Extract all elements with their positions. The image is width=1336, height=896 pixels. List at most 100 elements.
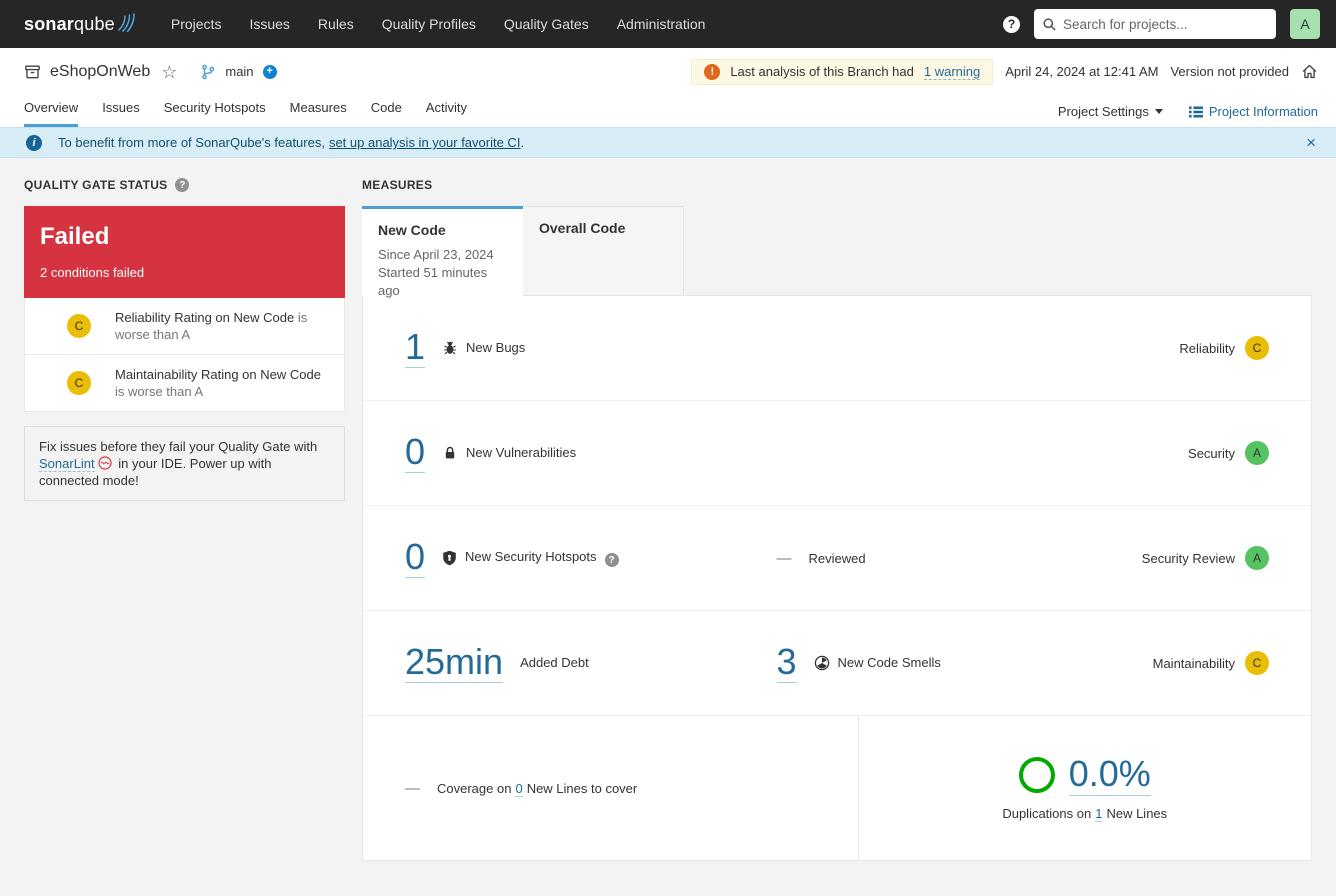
help-icon[interactable]: ? xyxy=(1003,16,1020,33)
duplication-ring-icon xyxy=(1019,757,1055,793)
logo-text: sonarqube xyxy=(24,14,115,35)
tabs: Overview Issues Security Hotspots Measur… xyxy=(24,100,1058,127)
measure-row-bugs: 1 New Bugs Reliability C xyxy=(363,296,1311,401)
sonarqube-logo[interactable]: sonarqube xyxy=(24,14,137,35)
nav-item-administration[interactable]: Administration xyxy=(617,16,706,32)
maintainability-label: Maintainability xyxy=(1153,656,1235,671)
new-code-tab-sub: Since April 23, 2024 Started 51 minutes … xyxy=(378,246,507,300)
condition-row-reliability[interactable]: C Reliability Rating on New Code is wors… xyxy=(24,298,345,355)
project-information-button[interactable]: Project Information xyxy=(1189,104,1318,119)
new-vulnerabilities-label: New Vulnerabilities xyxy=(466,445,576,460)
rating-badge-c: C xyxy=(67,314,91,338)
maintainability-rating-badge: C xyxy=(1245,651,1269,675)
tab-overview[interactable]: Overview xyxy=(24,100,78,127)
measures-title-text: MEASURES xyxy=(362,178,432,192)
reliability-rating-badge: C xyxy=(1245,336,1269,360)
bugs-group: 1 New Bugs xyxy=(405,328,777,369)
nav-item-quality-profiles[interactable]: Quality Profiles xyxy=(382,16,476,32)
tab-activity[interactable]: Activity xyxy=(426,100,467,127)
tabbar-right: Project Settings Project Information xyxy=(1058,104,1318,127)
new-code-started: Started 51 minutes ago xyxy=(378,264,507,300)
security-rating-badge: A xyxy=(1245,441,1269,465)
tab-code[interactable]: Code xyxy=(371,100,402,127)
chevron-down-icon xyxy=(1155,109,1163,114)
maintainability-group: Maintainability C xyxy=(1153,651,1269,675)
branch-name[interactable]: main xyxy=(225,64,253,79)
new-bugs-count[interactable]: 1 xyxy=(405,328,425,369)
warning-count-link[interactable]: 1 warning xyxy=(924,64,980,80)
security-review-label: Security Review xyxy=(1142,551,1235,566)
reviewed-label: Reviewed xyxy=(809,551,866,566)
branch-icon xyxy=(200,64,216,80)
quality-gate-status: Failed xyxy=(40,223,329,251)
quality-gate-title-text: QUALITY GATE STATUS xyxy=(24,178,167,192)
duplication-value-line: 0.0% xyxy=(1019,755,1151,796)
project-settings-menu[interactable]: Project Settings xyxy=(1058,104,1163,119)
security-group: Security A xyxy=(1188,441,1269,465)
condition-text: Maintainability Rating on New Code is wo… xyxy=(115,366,332,400)
quality-gate-help-icon[interactable]: ? xyxy=(175,178,189,192)
hotspots-label-text: New Security Hotspots xyxy=(465,549,597,564)
condition-row-maintainability[interactable]: C Maintainability Rating on New Code is … xyxy=(24,355,345,412)
tab-measures[interactable]: Measures xyxy=(290,100,347,127)
reviewed-group: — Reviewed xyxy=(777,550,1142,567)
coverage-lines-link[interactable]: 0 xyxy=(515,781,522,797)
add-branch-icon[interactable]: + xyxy=(263,65,277,79)
project-settings-label: Project Settings xyxy=(1058,104,1149,119)
coverage-cell: — Coverage on0New Lines to cover xyxy=(363,716,859,860)
duplications-pre: Duplications on xyxy=(1002,806,1091,821)
duplication-lines-link[interactable]: 1 xyxy=(1095,806,1102,822)
close-icon[interactable]: × xyxy=(1302,133,1320,153)
code-smells-group: 3 New Code Smells xyxy=(777,643,1153,684)
ci-setup-banner: i To benefit from more of SonarQube's fe… xyxy=(0,127,1336,158)
tab-security-hotspots[interactable]: Security Hotspots xyxy=(164,100,266,127)
project-title: eShopOnWeb xyxy=(50,63,150,81)
search-input[interactable] xyxy=(1063,17,1268,32)
warning-icon: ! xyxy=(704,64,720,80)
coverage-label: Coverage on0New Lines to cover xyxy=(437,781,637,796)
new-hotspots-count[interactable]: 0 xyxy=(405,538,425,579)
tab-issues[interactable]: Issues xyxy=(102,100,140,127)
new-code-smells-count[interactable]: 3 xyxy=(777,643,797,684)
tab-overall-code[interactable]: Overall Code xyxy=(523,206,684,296)
nav-item-issues[interactable]: Issues xyxy=(249,16,289,32)
nav-item-projects[interactable]: Projects xyxy=(171,16,222,32)
quality-gate-status-card: Failed 2 conditions failed xyxy=(24,206,345,298)
coverage-pre: Coverage on xyxy=(437,781,511,796)
ci-setup-link[interactable]: set up analysis in your favorite CI xyxy=(329,135,520,150)
sonarlint-promo: Fix issues before they fail your Quality… xyxy=(24,426,345,501)
search-box xyxy=(1034,9,1276,39)
new-vulnerabilities-count[interactable]: 0 xyxy=(405,433,425,474)
home-icon[interactable] xyxy=(1301,63,1318,80)
user-avatar[interactable]: A xyxy=(1290,9,1320,39)
analysis-date: April 24, 2024 at 12:41 AM xyxy=(1005,64,1158,79)
tab-new-code[interactable]: New Code Since April 23, 2024 Started 51… xyxy=(362,206,523,296)
project-identity: eShopOnWeb ☆ main + xyxy=(24,63,691,81)
measure-row-vulnerabilities: 0 New Vulnerabilities Security A xyxy=(363,401,1311,506)
duplication-percent[interactable]: 0.0% xyxy=(1069,755,1151,796)
condition-metric: Reliability Rating on New Code xyxy=(115,310,294,325)
debt-group: 25min Added Debt xyxy=(405,643,777,684)
nav-item-rules[interactable]: Rules xyxy=(318,16,354,32)
hotspots-help-icon[interactable]: ? xyxy=(605,553,619,567)
condition-metric: Maintainability Rating on New Code xyxy=(115,367,321,382)
added-debt-value[interactable]: 25min xyxy=(405,643,503,684)
reliability-label: Reliability xyxy=(1179,341,1235,356)
sonarlint-link[interactable]: SonarLint xyxy=(39,456,95,472)
sonar-waves-icon xyxy=(117,12,137,32)
duplication-caption: Duplications on1New Lines xyxy=(1002,806,1167,821)
list-icon xyxy=(1189,105,1203,119)
lock-icon xyxy=(442,445,458,461)
measures-title: MEASURES xyxy=(362,178,1312,192)
info-icon: i xyxy=(26,135,42,151)
overall-code-tab-label: Overall Code xyxy=(539,220,667,236)
reviewed-dash: — xyxy=(777,550,792,567)
project-tabbar: Overview Issues Security Hotspots Measur… xyxy=(0,95,1336,127)
main-nav: Projects Issues Rules Quality Profiles Q… xyxy=(171,16,1003,32)
banner-suffix: . xyxy=(520,135,524,150)
quality-gate-subtitle: 2 conditions failed xyxy=(40,265,329,280)
favorite-star-icon[interactable]: ☆ xyxy=(161,63,177,81)
rating-badge-c: C xyxy=(67,371,91,395)
nav-item-quality-gates[interactable]: Quality Gates xyxy=(504,16,589,32)
project-information-label: Project Information xyxy=(1209,104,1318,119)
